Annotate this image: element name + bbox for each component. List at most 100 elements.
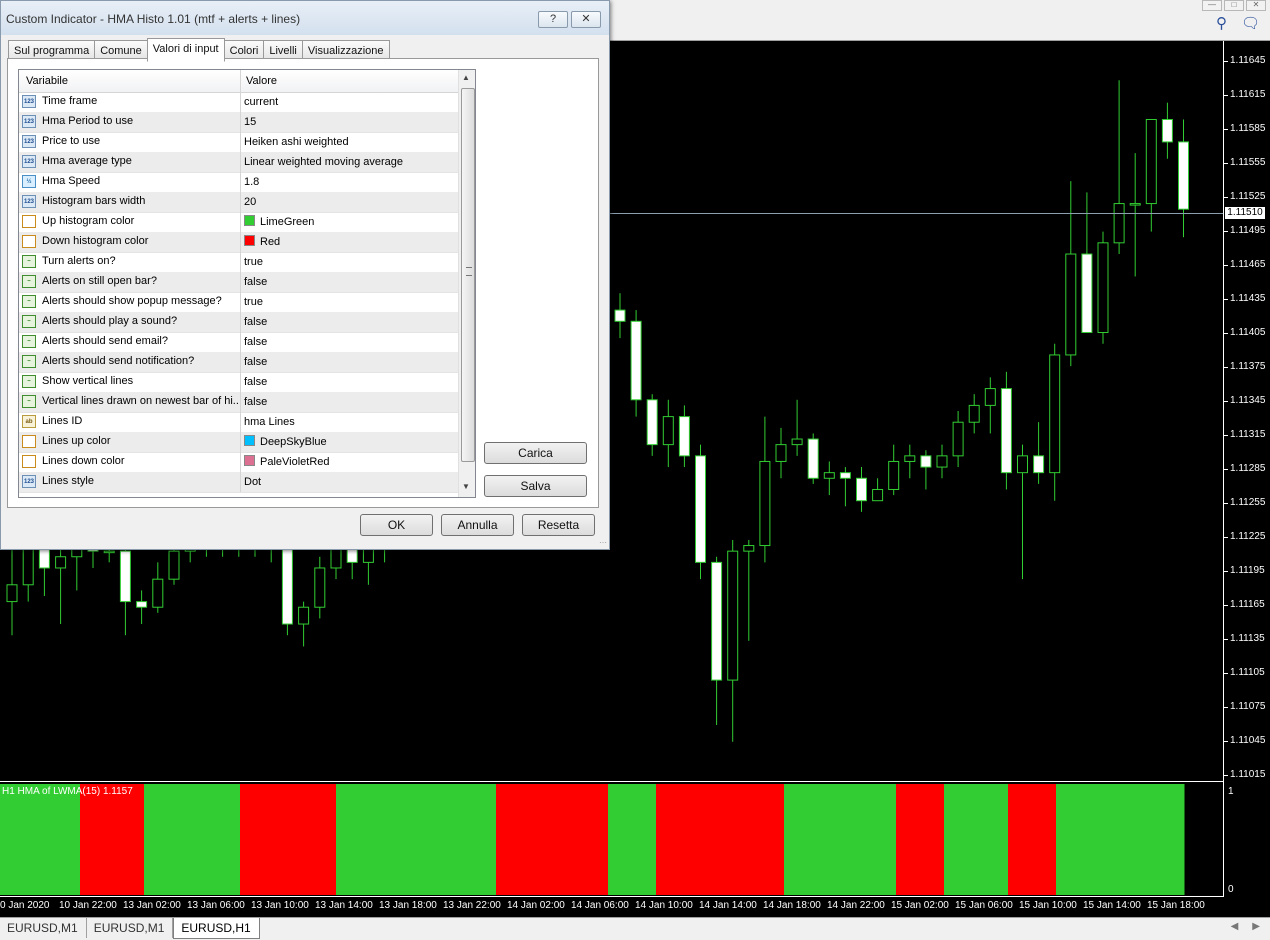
resize-grip-icon[interactable]: ⋯ — [599, 538, 607, 547]
histogram-bar-down — [896, 784, 913, 895]
param-value[interactable]: false — [240, 372, 267, 392]
grid-row[interactable]: Lines down color PaleVioletRed — [19, 452, 458, 473]
column-value[interactable]: Valore — [240, 70, 277, 92]
grid-row[interactable]: 123 Hma average type Linear weighted movin… — [19, 152, 458, 173]
candle — [743, 539, 755, 641]
tab-inputs[interactable]: Valori di input — [146, 38, 225, 62]
grid-row[interactable]: Lines up color DeepSkyBlue — [19, 432, 458, 453]
param-value[interactable]: 20 — [240, 192, 256, 212]
histogram-bar-down — [544, 784, 561, 895]
grid-row[interactable]: ab Lines ID hma Lines — [19, 412, 458, 433]
param-value[interactable]: false — [240, 352, 267, 372]
param-value-text: false — [244, 336, 268, 348]
param-value-text: 20 — [244, 196, 257, 208]
param-value-text: true — [244, 256, 263, 268]
param-value-text: false — [244, 396, 268, 408]
grid-row[interactable]: 123 Time frame current — [19, 92, 458, 113]
restore-icon[interactable]: □ — [1224, 0, 1244, 11]
param-value[interactable]: false — [240, 272, 267, 292]
grid-row[interactable]: ~ Vertical lines drawn on newest bar of h… — [19, 392, 458, 413]
chart-tab-3[interactable]: EURUSD,H1 — [173, 918, 260, 939]
grid-row[interactable]: 123 Price to use Heiken ashi weighted — [19, 132, 458, 153]
param-value[interactable]: Linear weighted moving average — [240, 152, 403, 172]
time-tick-label: 15 Jan 02:00 — [891, 900, 949, 911]
param-value[interactable]: current — [240, 92, 278, 112]
price-tick-label: 1.11105 — [1224, 667, 1265, 678]
time-tick-label: 13 Jan 02:00 — [123, 900, 181, 911]
dialog-titlebar[interactable]: Custom Indicator - HMA Histo 1.01 (mtf +… — [1, 1, 609, 35]
search-icon[interactable]: ⚲ — [1216, 14, 1227, 32]
candle — [646, 394, 658, 456]
indicator-label: H1 HMA of LWMA(15) 1.1157 — [2, 786, 133, 797]
grid-row[interactable]: Down histogram color Red — [19, 232, 458, 253]
histogram-bar-up — [1056, 784, 1073, 895]
time-tick-label: 10 Jan 22:00 — [59, 900, 117, 911]
grid-row[interactable]: ~ Alerts should show popup message? true — [19, 292, 458, 313]
param-value[interactable]: 15 — [240, 112, 256, 132]
load-button[interactable]: Carica — [484, 442, 587, 464]
histogram-bar-down — [688, 784, 705, 895]
scroll-up-icon[interactable]: ▲ — [462, 73, 470, 82]
chart-tab-2[interactable]: EURUSD,M1 — [87, 918, 174, 938]
param-value[interactable]: true — [240, 292, 263, 312]
minimize-icon[interactable]: — — [1202, 0, 1222, 11]
int-type-icon: 123 — [22, 115, 36, 128]
close-button[interactable]: ✕ — [571, 11, 601, 28]
grid-row[interactable]: ~ Show vertical lines false — [19, 372, 458, 393]
param-value[interactable]: Dot — [240, 472, 261, 492]
param-value[interactable]: true — [240, 252, 263, 272]
scroll-thumb[interactable] — [461, 88, 475, 462]
histogram-bar-up — [368, 784, 385, 895]
grid-row[interactable]: ~ Turn alerts on? true — [19, 252, 458, 273]
price-tick-label: 1.11525 — [1223, 191, 1266, 202]
scroll-right-icon[interactable]: ▶ — [1252, 921, 1260, 932]
param-value[interactable]: 1.8 — [240, 172, 259, 192]
grid-row[interactable]: ~ Alerts should send email? false — [19, 332, 458, 353]
time-tick-label: 14 Jan 14:00 — [699, 900, 757, 911]
param-value[interactable]: false — [240, 332, 267, 352]
histogram-bar-up — [48, 784, 65, 895]
help-button[interactable]: ? — [538, 11, 568, 28]
grid-row[interactable]: ~ Alerts on still open bar? false — [19, 272, 458, 293]
chart-tab-1[interactable]: EURUSD,M1 — [0, 918, 87, 938]
price-tick-label: 1.11615 — [1223, 89, 1266, 100]
candle — [1033, 422, 1045, 484]
toolbar-icons: ⚲ 🗨 — [1216, 14, 1260, 32]
param-value[interactable]: PaleVioletRed — [240, 452, 330, 472]
histogram-bar-up — [1152, 784, 1169, 895]
cancel-button[interactable]: Annulla — [441, 514, 514, 536]
param-value[interactable]: false — [240, 392, 267, 412]
param-value[interactable]: false — [240, 312, 267, 332]
save-button[interactable]: Salva — [484, 475, 587, 497]
close-icon[interactable]: ✕ — [1246, 0, 1266, 11]
scroll-down-icon[interactable]: ▼ — [462, 482, 470, 491]
candle — [823, 461, 835, 496]
grid-header: Variabile Valore — [19, 70, 458, 93]
grid-row[interactable]: Up histogram color LimeGreen — [19, 212, 458, 233]
histogram-bar-up — [640, 784, 657, 895]
hma-histogram[interactable] — [0, 784, 1223, 895]
param-value[interactable]: DeepSkyBlue — [240, 432, 327, 452]
histogram-bar-down — [80, 784, 97, 895]
param-value[interactable]: Heiken ashi weighted — [240, 132, 349, 152]
scroll-left-icon[interactable]: ◀ — [1231, 921, 1239, 932]
grid-row[interactable]: ~ Alerts should send notification? false — [19, 352, 458, 373]
grid-row[interactable]: 123 Lines style Dot — [19, 472, 458, 493]
grid-row[interactable]: ½ Hma Speed 1.8 — [19, 172, 458, 193]
chat-icon[interactable]: 🗨 — [1241, 14, 1260, 32]
histogram-bar-up — [16, 784, 33, 895]
param-value[interactable]: Red — [240, 232, 280, 252]
ok-button[interactable]: OK — [360, 514, 433, 536]
column-variable[interactable]: Variabile — [26, 75, 68, 87]
param-value-text: false — [244, 356, 268, 368]
grid-scrollbar[interactable]: ▲ ▼ — [458, 70, 475, 497]
param-value[interactable]: LimeGreen — [240, 212, 314, 232]
time-tick-label: 14 Jan 06:00 — [571, 900, 629, 911]
histogram-bar-down — [272, 784, 289, 895]
histogram-bar-up — [176, 784, 193, 895]
grid-row[interactable]: 123 Histogram bars width 20 — [19, 192, 458, 213]
grid-row[interactable]: 123 Hma Period to use 15 — [19, 112, 458, 133]
grid-row[interactable]: ~ Alerts should play a sound? false — [19, 312, 458, 333]
reset-button[interactable]: Resetta — [522, 514, 595, 536]
param-value[interactable]: hma Lines — [240, 412, 295, 432]
